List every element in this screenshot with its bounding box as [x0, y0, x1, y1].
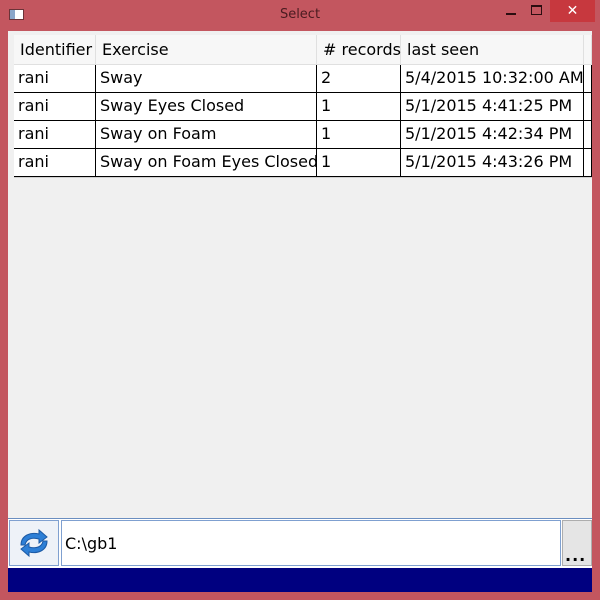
cell-last-seen: 5/1/2015 4:41:25 PM — [401, 93, 584, 120]
cell-filler — [584, 149, 592, 176]
title-bar[interactable]: Select ✕ — [0, 0, 600, 31]
cell-filler — [584, 65, 592, 92]
column-header-identifier[interactable]: Identifier — [14, 35, 96, 64]
column-header-exercise[interactable]: Exercise — [96, 35, 317, 64]
column-header-filler — [584, 35, 592, 64]
cell-exercise: Sway on Foam Eyes Closed — [96, 149, 317, 176]
records-grid[interactable]: Identifier Exercise # records last seen … — [14, 35, 592, 178]
cell-identifier: rani — [14, 65, 96, 92]
cell-exercise: Sway on Foam — [96, 121, 317, 148]
app-window: Select ✕ Identifier Exercise # records l… — [0, 0, 600, 600]
cell-records: 1 — [317, 149, 401, 176]
path-bar: ... — [8, 518, 592, 568]
grid-header: Identifier Exercise # records last seen — [14, 35, 592, 65]
cell-exercise: Sway Eyes Closed — [96, 93, 317, 120]
refresh-icon — [20, 528, 48, 558]
cell-last-seen: 5/1/2015 4:42:34 PM — [401, 121, 584, 148]
column-header-records[interactable]: # records — [317, 35, 401, 64]
table-row[interactable]: rani Sway on Foam Eyes Closed 1 5/1/2015… — [14, 149, 592, 177]
cell-records: 2 — [317, 65, 401, 92]
browse-button[interactable]: ... — [562, 520, 592, 566]
cell-last-seen: 5/4/2015 10:32:00 AM — [401, 65, 584, 92]
minimize-button[interactable] — [498, 0, 524, 22]
close-button[interactable]: ✕ — [550, 0, 595, 22]
client-area: Identifier Exercise # records last seen … — [8, 31, 592, 592]
table-row[interactable]: rani Sway on Foam 1 5/1/2015 4:42:34 PM — [14, 121, 592, 149]
cell-identifier: rani — [14, 121, 96, 148]
cell-records: 1 — [317, 121, 401, 148]
refresh-button[interactable] — [9, 520, 59, 566]
cell-filler — [584, 93, 592, 120]
column-header-last-seen[interactable]: last seen — [401, 35, 584, 64]
status-bar — [8, 568, 592, 592]
cell-records: 1 — [317, 93, 401, 120]
cell-filler — [584, 121, 592, 148]
cell-identifier: rani — [14, 149, 96, 176]
cell-exercise: Sway — [96, 65, 317, 92]
maximize-button[interactable] — [524, 0, 550, 22]
browse-button-label: ... — [565, 546, 587, 565]
path-input[interactable] — [61, 520, 561, 566]
cell-identifier: rani — [14, 93, 96, 120]
table-row[interactable]: rani Sway 2 5/4/2015 10:32:00 AM — [14, 65, 592, 93]
table-row[interactable]: rani Sway Eyes Closed 1 5/1/2015 4:41:25… — [14, 93, 592, 121]
cell-last-seen: 5/1/2015 4:43:26 PM — [401, 149, 584, 176]
